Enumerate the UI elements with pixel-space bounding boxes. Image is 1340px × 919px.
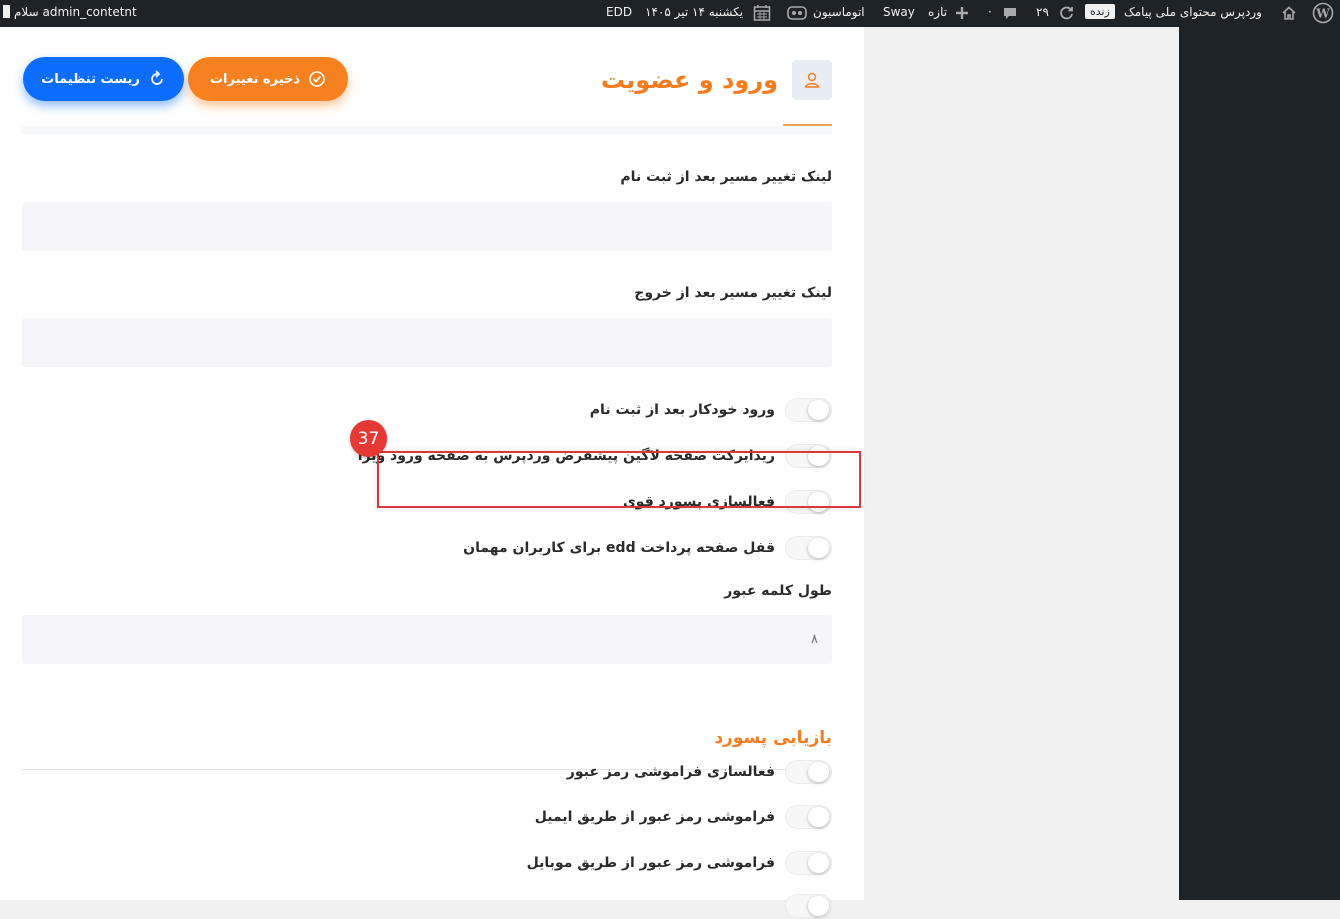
register-redirect-label: لینک تغییر مسیر بعد از ثبت نام (620, 169, 832, 185)
live-badge: زنده (1085, 0, 1115, 27)
auto-login-toggle-row: ورود خودکار بعد از ثبت نام (590, 397, 832, 423)
content-gutter (864, 27, 1179, 900)
auto-login-toggle[interactable] (785, 398, 832, 422)
toggle-knob (808, 807, 829, 827)
edd-guest-lock-toggle-row: قفل صفحه پرداخت edd برای کاربران مهمان (463, 535, 832, 561)
register-redirect-input[interactable] (22, 202, 832, 251)
new-content-link[interactable]: تازه (928, 0, 947, 27)
forgot-password-email-toggle-row: فراموشی رمز عبور از طریق ایمیل (535, 804, 832, 830)
user-icon (792, 60, 832, 100)
forgot-password-mobile-label: فراموشی رمز عبور از طریق موبایل (526, 855, 775, 871)
admin-sidebar (1179, 27, 1340, 900)
account-menu[interactable]: سلام admin_contetnt (3, 0, 137, 27)
header-divider (22, 126, 832, 134)
automation-icon (787, 0, 807, 27)
forgot-password-label: فعالسازی فراموشی رمز عبور (566, 764, 775, 780)
forgot-password-mobile-toggle-row: فراموشی رمز عبور از طریق موبایل (527, 850, 832, 876)
sway-link[interactable]: Sway (883, 0, 915, 27)
highlight-frame (377, 451, 861, 508)
settings-panel: ورود و عضویت ذخیره تغییرات ریست تنظیمات … (0, 27, 864, 918)
calendar-icon (753, 0, 771, 27)
forgot-password-email-label: فراموشی رمز عبور از طریق ایمیل (534, 809, 775, 825)
home-icon[interactable] (1281, 0, 1297, 27)
reset-settings-label: ریست تنظیمات (41, 71, 140, 87)
wordpress-logo-icon[interactable]: W (1312, 0, 1334, 27)
refresh-icon (151, 70, 163, 85)
date-display: یکشنبه ۱۴ تیر ۱۴۰۵ (645, 5, 744, 19)
edd-guest-lock-label: قفل صفحه پرداخت edd برای کاربران مهمان (463, 540, 775, 556)
forgot-password-toggle[interactable] (785, 760, 832, 784)
password-length-input[interactable] (22, 615, 832, 664)
next-toggle[interactable] (785, 894, 832, 918)
edd-guest-lock-toggle[interactable] (785, 536, 832, 560)
page-title: ورود و عضویت (600, 66, 778, 94)
updates-icon[interactable] (1058, 0, 1075, 27)
greeting-text: سلام admin_contetnt (14, 5, 137, 19)
save-changes-button[interactable]: ذخیره تغییرات (188, 57, 348, 101)
forgot-password-mobile-toggle[interactable] (785, 851, 832, 875)
automation-link[interactable]: اتوماسیون (813, 0, 865, 27)
step-number-badge: 37 (350, 420, 387, 457)
forgot-password-email-toggle[interactable] (785, 805, 832, 829)
edd-link[interactable]: EDD (606, 0, 632, 27)
logout-redirect-input[interactable] (22, 318, 832, 367)
comments-count[interactable]: · (988, 0, 992, 27)
check-circle-icon (309, 71, 325, 87)
password-recovery-heading: بازیابی پسورد (714, 728, 832, 748)
auto-login-label: ورود خودکار بعد از ثبت نام (589, 402, 775, 418)
site-name-link[interactable]: وردپرس محتوای ملی پیامک (1124, 0, 1262, 27)
reset-settings-button[interactable]: ریست تنظیمات (23, 57, 184, 101)
toggle-knob (808, 400, 829, 420)
updates-count[interactable]: ۲۹ (1036, 0, 1049, 27)
logout-redirect-label: لینک تغییر مسیر بعد از خروج (634, 285, 832, 301)
avatar (3, 5, 10, 18)
admin-bar: W وردپرس محتوای ملی پیامک زنده ۲۹ · تازه… (0, 0, 1340, 27)
save-changes-label: ذخیره تغییرات (209, 71, 301, 87)
toggle-knob (808, 762, 829, 782)
toggle-knob (808, 896, 829, 916)
page-header: ورود و عضویت (601, 59, 832, 101)
forgot-password-toggle-row: فعالسازی فراموشی رمز عبور (567, 759, 832, 785)
svg-text:W: W (1315, 7, 1330, 21)
toggle-knob (808, 853, 829, 873)
next-toggle-row (785, 893, 832, 919)
comments-icon[interactable] (1002, 0, 1018, 27)
toggle-knob (808, 538, 829, 558)
password-length-label: طول کلمه عبور (724, 583, 832, 599)
new-content-icon[interactable] (955, 0, 969, 27)
